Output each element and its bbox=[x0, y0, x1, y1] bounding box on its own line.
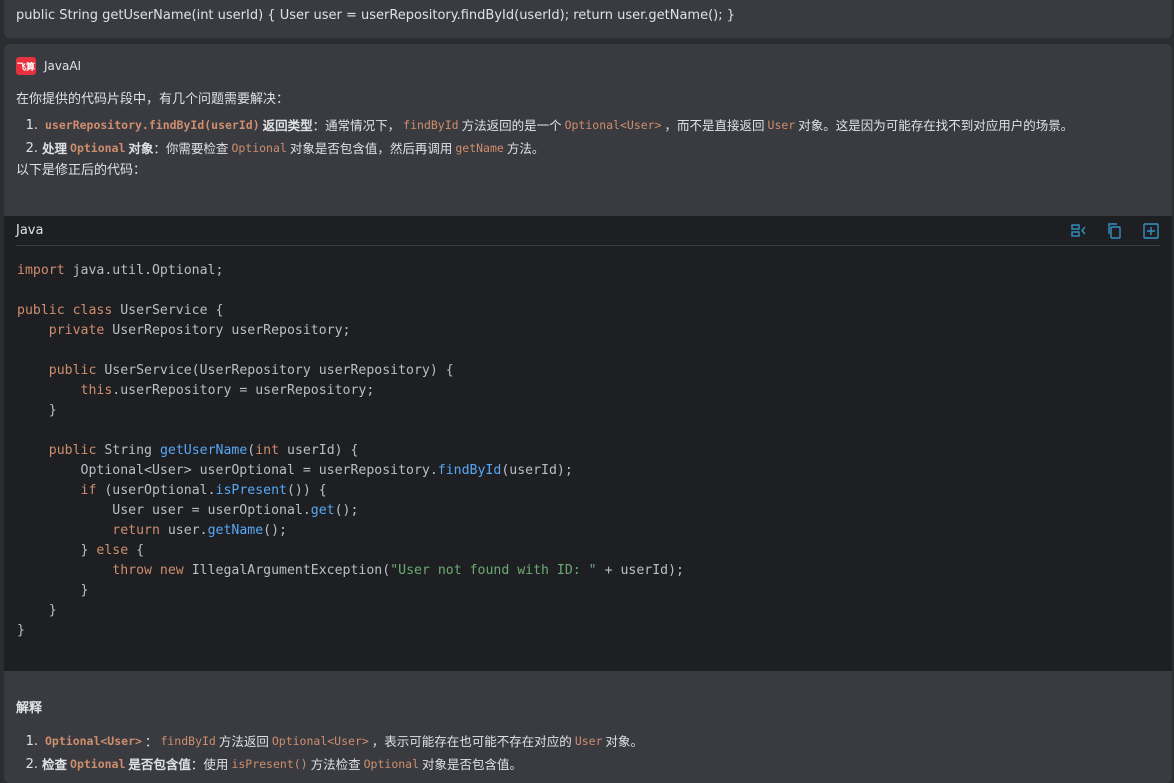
user-message: public String getUserName(int userId) { … bbox=[4, 0, 1172, 38]
intro-text: 在你提供的代码片段中，有几个问题需要解决： bbox=[16, 92, 290, 107]
code-header: Java bbox=[16, 216, 1160, 246]
javaai-logo: 飞算 bbox=[16, 57, 36, 75]
new-file-icon[interactable] bbox=[1142, 222, 1160, 240]
issue-list: 1. userRepository.findById(userId) 返回类型 … bbox=[16, 114, 1074, 160]
list-item: 1. userRepository.findById(userId) 返回类型 … bbox=[25, 118, 1074, 133]
list-item: 1. Optional<User> ： findById 方法返回 Option… bbox=[25, 734, 644, 749]
code-actions bbox=[1070, 222, 1160, 240]
code-content[interactable]: import java.util.Optional; public class … bbox=[17, 261, 684, 641]
ai-response: 飞算 JavaAI 在你提供的代码片段中，有几个问题需要解决： 1. userR… bbox=[4, 44, 1172, 783]
list-item: 2. 检查 Optional 是否包含值 ：使用 isPresent() 方法检… bbox=[25, 757, 523, 772]
insert-icon[interactable] bbox=[1070, 222, 1088, 240]
after-text: 以下是修正后的代码： bbox=[16, 163, 147, 178]
ai-header: 飞算 JavaAI bbox=[16, 57, 81, 75]
code-language: Java bbox=[16, 223, 44, 238]
copy-icon[interactable] bbox=[1106, 222, 1124, 240]
ai-name: JavaAI bbox=[44, 59, 82, 73]
list-item: 2. 处理 Optional 对象 ：你需要检查 Optional 对象是否包含… bbox=[25, 141, 545, 156]
explain-title: 解释 bbox=[16, 701, 43, 716]
explain-list: 1. Optional<User> ： findById 方法返回 Option… bbox=[16, 730, 643, 776]
code-block[interactable]: Java import java.util.Optional; public c… bbox=[4, 216, 1172, 671]
